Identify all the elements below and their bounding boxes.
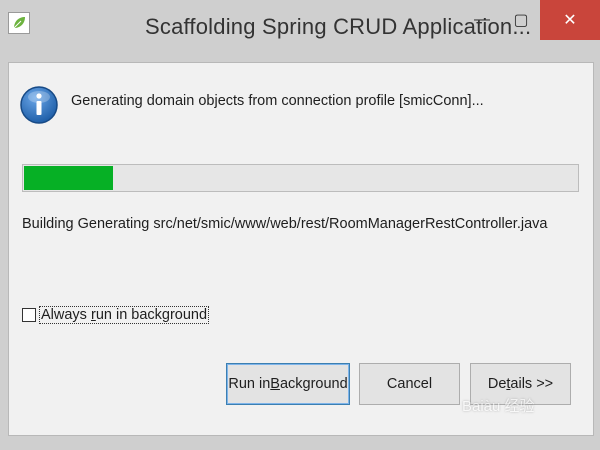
status-detail: Building Generating src/net/smic/www/web… [22, 216, 548, 232]
cancel-button[interactable]: Cancel [359, 363, 460, 405]
always-background-checkbox[interactable] [22, 308, 36, 322]
info-icon [19, 85, 59, 125]
window-title: Scaffolding Spring CRUD Application... [145, 14, 532, 39]
title-bar[interactable]: Scaffolding Spring CRUD Application... —… [0, 0, 600, 62]
watermark: Baiàu 经验 [462, 398, 535, 415]
progress-bar [22, 164, 579, 192]
always-background-option[interactable]: Always run in background [22, 306, 210, 324]
maximize-button[interactable]: ▢ [503, 0, 539, 40]
status-title: Generating domain objects from connectio… [71, 93, 484, 109]
run-in-background-button[interactable]: Run in Background [226, 363, 350, 405]
leaf-icon [8, 12, 30, 34]
progress-fill [24, 166, 113, 190]
dialog-window: Scaffolding Spring CRUD Application... —… [0, 0, 600, 450]
close-button[interactable]: ✕ [540, 0, 600, 40]
minimize-button[interactable]: — [464, 0, 500, 40]
always-background-label[interactable]: Always run in background [39, 306, 210, 324]
dialog-body: Generating domain objects from connectio… [8, 62, 594, 436]
